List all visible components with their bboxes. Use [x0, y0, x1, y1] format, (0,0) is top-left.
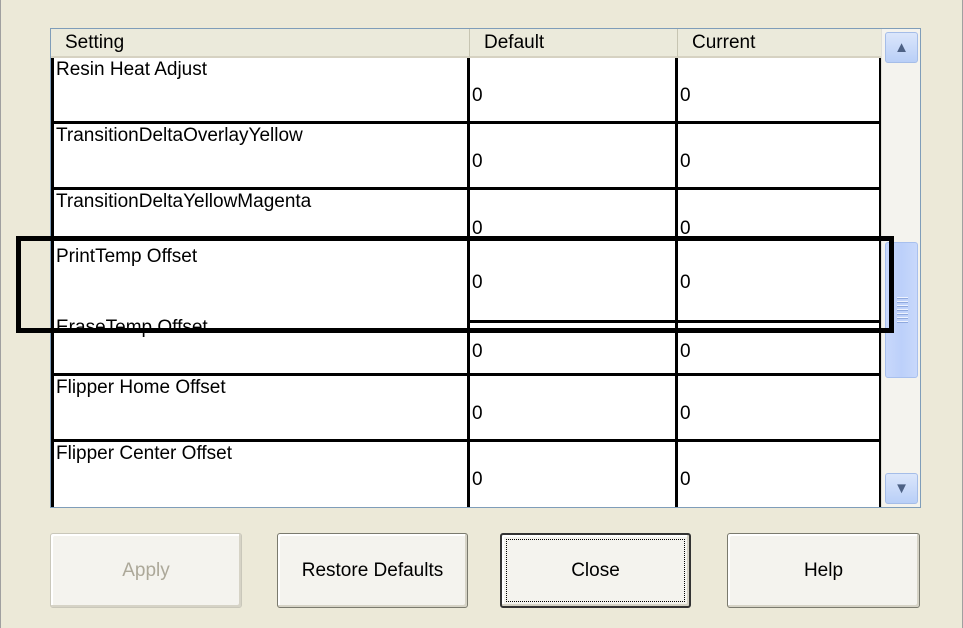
- restore-defaults-button[interactable]: Restore Defaults: [277, 533, 468, 608]
- current-cell[interactable]: 0: [675, 190, 882, 245]
- settings-dialog: Setting Default Current Resin Heat Adjus…: [0, 0, 963, 628]
- column-header-setting[interactable]: Setting: [51, 29, 470, 58]
- setting-cell[interactable]: TransitionDeltaOverlayYellow: [51, 124, 467, 187]
- scroll-up-button[interactable]: ▲: [885, 32, 918, 63]
- table-row[interactable]: Flipper Center Offset 0 0: [51, 442, 882, 507]
- close-button[interactable]: Close: [500, 533, 691, 608]
- help-button[interactable]: Help: [727, 533, 920, 608]
- setting-cell[interactable]: Flipper Home Offset: [51, 376, 467, 439]
- current-cell[interactable]: 0: [675, 124, 882, 187]
- default-cell[interactable]: 0: [467, 376, 675, 439]
- chevron-down-icon: ▼: [894, 480, 909, 497]
- default-cell[interactable]: 0: [467, 124, 675, 187]
- settings-grid: Setting Default Current Resin Heat Adjus…: [50, 28, 921, 508]
- current-cell[interactable]: 0: [675, 376, 882, 439]
- table-row[interactable]: PrintTemp Offset 0 0: [51, 245, 882, 323]
- table-row[interactable]: TransitionDeltaOverlayYellow 0 0: [51, 124, 882, 190]
- apply-button[interactable]: Apply: [50, 533, 242, 608]
- current-cell[interactable]: 0: [675, 323, 882, 373]
- table-row[interactable]: Resin Heat Adjust 0 0: [51, 58, 882, 124]
- scroll-down-button[interactable]: ▼: [885, 473, 918, 504]
- default-cell[interactable]: 0: [467, 245, 675, 320]
- column-header-current[interactable]: Current: [678, 29, 882, 58]
- setting-cell[interactable]: Flipper Center Offset: [51, 442, 467, 507]
- grid-rows: Resin Heat Adjust 0 0 TransitionDeltaOve…: [51, 58, 882, 507]
- setting-cell[interactable]: EraseTemp Offset: [51, 317, 467, 373]
- setting-cell[interactable]: Resin Heat Adjust: [51, 58, 467, 121]
- default-cell[interactable]: 0: [467, 190, 675, 245]
- column-header-default[interactable]: Default: [470, 29, 678, 58]
- scrollbar-thumb[interactable]: [885, 242, 918, 378]
- table-row[interactable]: EraseTemp Offset 0 0: [51, 317, 882, 376]
- default-cell[interactable]: 0: [467, 323, 675, 373]
- chevron-up-icon: ▲: [894, 39, 909, 56]
- default-cell[interactable]: 0: [467, 58, 675, 121]
- current-cell[interactable]: 0: [675, 58, 882, 121]
- default-cell[interactable]: 0: [467, 442, 675, 507]
- setting-cell[interactable]: PrintTemp Offset: [51, 245, 467, 320]
- table-row[interactable]: TransitionDeltaYellowMagenta 0 0: [51, 190, 882, 245]
- current-cell[interactable]: 0: [675, 245, 882, 320]
- vertical-scrollbar[interactable]: ▲ ▼: [881, 29, 920, 507]
- grid-header: Setting Default Current: [51, 29, 882, 58]
- setting-cell[interactable]: TransitionDeltaYellowMagenta: [51, 190, 467, 245]
- table-row[interactable]: Flipper Home Offset 0 0: [51, 376, 882, 442]
- grip-icon: [897, 297, 908, 325]
- current-cell[interactable]: 0: [675, 442, 882, 507]
